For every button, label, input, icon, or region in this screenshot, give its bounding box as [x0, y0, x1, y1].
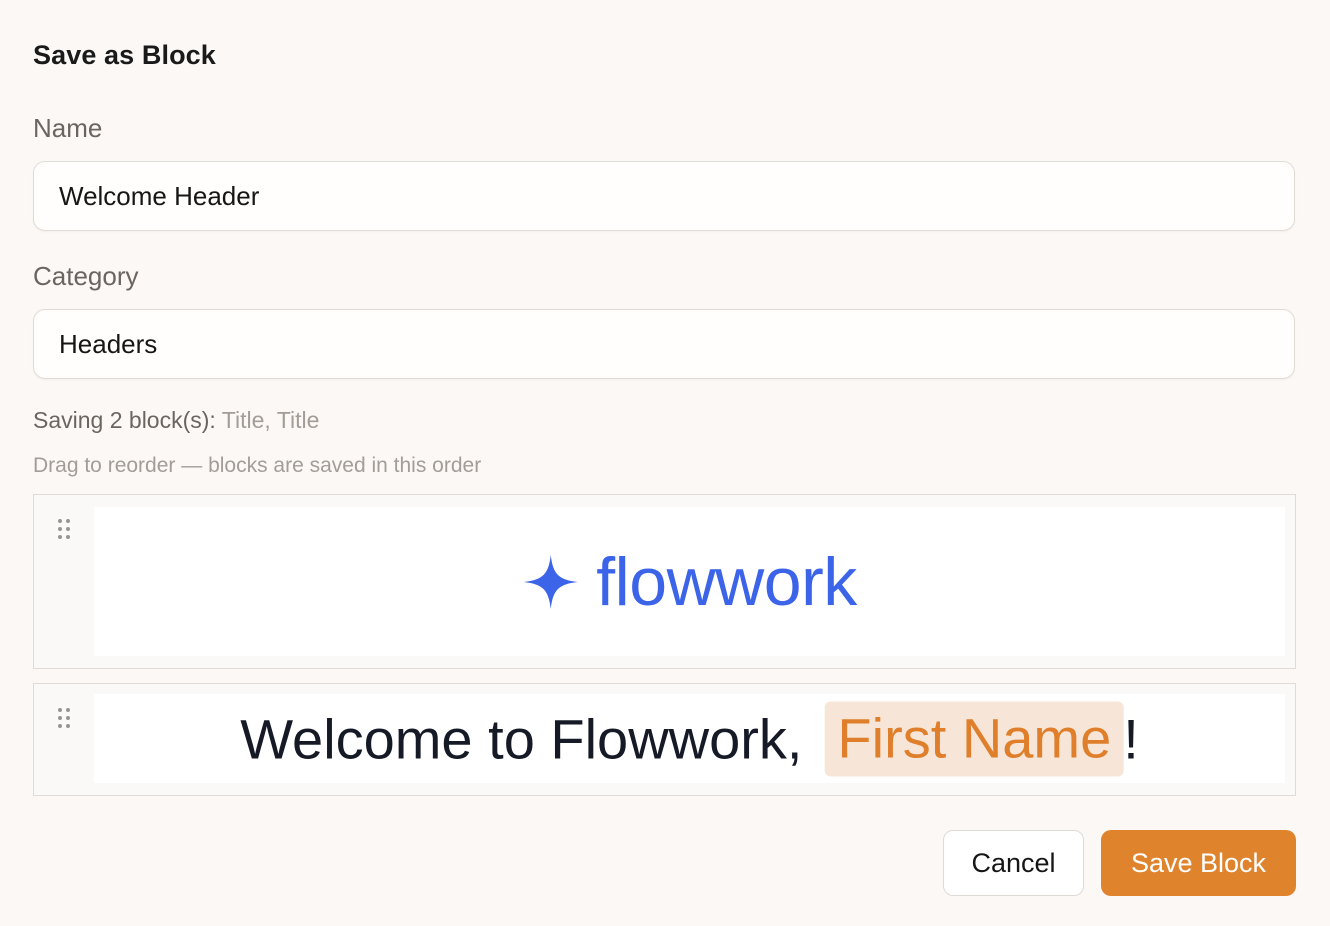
brand-logo-text: flowwork	[596, 543, 857, 620]
drag-handle-icon[interactable]	[56, 708, 72, 734]
cancel-button[interactable]: Cancel	[943, 830, 1084, 896]
saving-summary: Saving 2 block(s): Title, Title	[33, 407, 319, 434]
welcome-text: Welcome to Flowwork,	[240, 707, 803, 770]
brand-logo: flowwork	[522, 543, 857, 621]
block-item-logo[interactable]: flowwork	[33, 494, 1296, 669]
name-label: Name	[33, 113, 103, 143]
welcome-heading: Welcome to Flowwork, First Name !	[240, 701, 1139, 776]
first-name-merge-tag: First Name	[824, 701, 1124, 776]
reorder-hint: Drag to reorder — blocks are saved in th…	[33, 454, 482, 477]
block-item-welcome[interactable]: Welcome to Flowwork, First Name !	[33, 683, 1296, 796]
welcome-block-preview: Welcome to Flowwork, First Name !	[94, 694, 1285, 783]
drag-handle-icon[interactable]	[56, 519, 72, 545]
category-input[interactable]	[33, 309, 1295, 379]
save-as-block-dialog: Save as Block Name Category Saving 2 blo…	[0, 0, 1330, 926]
name-input[interactable]	[33, 161, 1295, 231]
logo-block-preview: flowwork	[94, 507, 1285, 656]
save-block-button[interactable]: Save Block	[1101, 830, 1296, 896]
category-label: Category	[33, 261, 139, 291]
dialog-title: Save as Block	[33, 40, 216, 70]
welcome-exclamation: !	[1123, 707, 1139, 770]
saving-count: Saving 2 block(s):	[33, 407, 216, 433]
four-point-star-icon	[523, 554, 578, 609]
saving-block-names: Title, Title	[221, 407, 320, 433]
